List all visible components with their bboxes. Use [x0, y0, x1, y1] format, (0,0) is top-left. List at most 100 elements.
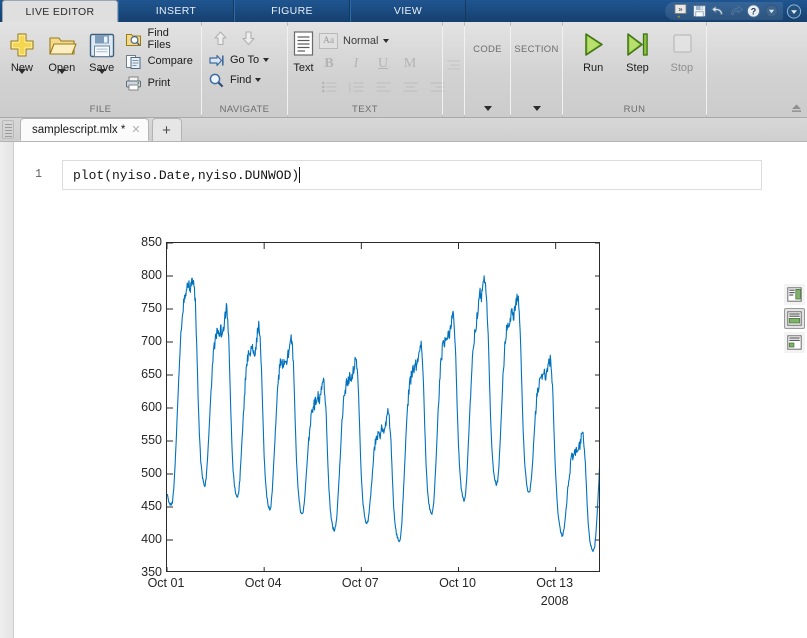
- paragraph-style-dropdown[interactable]: Aa Normal: [317, 30, 449, 51]
- open-folder-icon: [47, 29, 77, 61]
- go-to-label: Go To: [230, 54, 259, 66]
- ribbon-group-code[interactable]: CODE: [465, 22, 511, 117]
- undo-icon[interactable]: [709, 3, 726, 19]
- window-menu-icon[interactable]: [785, 3, 802, 19]
- x-tick-label: Oct 04: [245, 576, 282, 590]
- print-button[interactable]: Print: [122, 73, 199, 93]
- save-icon[interactable]: [691, 3, 708, 19]
- quick-access-more-icon[interactable]: [763, 3, 780, 19]
- align-left-button[interactable]: [371, 76, 395, 97]
- ribbon-group-text: Text Aa Normal B I U M: [288, 22, 443, 117]
- document-tab-label: samplescript.mlx *: [32, 124, 125, 136]
- code-group-expand-arrow[interactable]: [484, 106, 492, 111]
- y-tick-label: 400: [141, 532, 162, 546]
- text-block-icon: [290, 29, 317, 61]
- numbered-list-button[interactable]: 1 2 3: [344, 76, 368, 97]
- data-series-dunwod: [167, 276, 600, 552]
- code-text: plot(nyiso.Date,nyiso.DUNWOD): [73, 168, 299, 183]
- ribbon-tab-figure[interactable]: FIGURE: [234, 0, 350, 22]
- save-dropdown-arrow[interactable]: [98, 74, 106, 92]
- print-label: Print: [148, 77, 171, 89]
- go-to-button[interactable]: Go To: [204, 50, 273, 70]
- y-tick-label: 650: [141, 367, 162, 381]
- step-button[interactable]: Step: [615, 26, 659, 74]
- text-caret: [299, 167, 300, 183]
- output-hidden-view-button[interactable]: [784, 332, 805, 353]
- go-down-section-icon: [238, 28, 258, 48]
- find-magnifier-icon: [206, 70, 226, 90]
- x-tick-label: Oct 01: [148, 576, 185, 590]
- find-files-button[interactable]: Find Files: [122, 29, 199, 49]
- italic-button[interactable]: I: [344, 53, 368, 74]
- new-dropdown-arrow[interactable]: [18, 74, 26, 92]
- run-play-icon: [577, 29, 609, 61]
- print-icon: [124, 73, 144, 93]
- find-button[interactable]: Find: [204, 70, 265, 90]
- paragraph-style-value: Normal: [343, 35, 378, 47]
- plot-axes: [166, 242, 600, 572]
- find-files-icon: [124, 29, 144, 49]
- go-to-dropdown-arrow[interactable]: [263, 58, 269, 62]
- close-icon[interactable]: ✕: [131, 123, 140, 136]
- step-icon: [621, 29, 653, 61]
- open-button[interactable]: Open: [42, 26, 82, 92]
- editor-left-strip: [0, 142, 14, 638]
- align-center-button[interactable]: [398, 76, 422, 97]
- bold-button[interactable]: B: [317, 53, 341, 74]
- output-layout-panel: [782, 280, 807, 353]
- figure-output[interactable]: 350400450500550600650700750800850 Oct 01…: [118, 232, 618, 612]
- panel-drag-handle[interactable]: [2, 120, 14, 139]
- stop-icon: [666, 29, 698, 61]
- quick-access-toolbar: »: [655, 1, 805, 21]
- find-files-label: Find Files: [148, 27, 196, 51]
- y-tick-label: 550: [141, 433, 162, 447]
- bulleted-list-button[interactable]: [317, 76, 341, 97]
- output-inline-right-view-button[interactable]: [784, 284, 805, 305]
- section-group-title: SECTION: [514, 44, 558, 55]
- new-icon: [7, 29, 37, 61]
- output-inline-view-button[interactable]: [784, 308, 805, 329]
- ribbon-tab-live-editor[interactable]: LIVE EDITOR: [2, 0, 118, 22]
- run-button[interactable]: Run: [571, 26, 615, 74]
- monospace-button[interactable]: M: [398, 53, 422, 74]
- section-group-expand-arrow[interactable]: [533, 106, 541, 111]
- ribbon-tab-insert[interactable]: INSERT: [118, 0, 234, 22]
- ribbon-toolbar: New Open: [0, 22, 807, 118]
- x-axis-tick-labels: Oct 01Oct 04Oct 07Oct 10Oct 13: [166, 576, 600, 594]
- document-tab-samplescript[interactable]: samplescript.mlx * ✕: [20, 118, 149, 141]
- save-disk-icon: [87, 29, 117, 61]
- y-tick-label: 450: [141, 499, 162, 513]
- ribbon-tab-view[interactable]: VIEW: [350, 0, 466, 22]
- code-line-box[interactable]: plot(nyiso.Date,nyiso.DUNWOD): [62, 160, 762, 190]
- text-button[interactable]: Text: [290, 26, 317, 74]
- style-aa-icon: Aa: [319, 33, 338, 49]
- y-tick-label: 600: [141, 400, 162, 414]
- x-tick-label: Oct 10: [439, 576, 476, 590]
- find-dropdown-arrow[interactable]: [255, 78, 261, 82]
- stop-button-label: Stop: [671, 62, 694, 74]
- go-to-icon: [206, 50, 226, 70]
- live-script-canvas[interactable]: 1 plot(nyiso.Date,nyiso.DUNWOD) 35040045…: [14, 142, 807, 638]
- help-icon[interactable]: ?: [745, 3, 762, 19]
- underline-button[interactable]: U: [371, 53, 395, 74]
- open-dropdown-arrow[interactable]: [58, 74, 66, 92]
- y-tick-label: 750: [141, 301, 162, 315]
- new-button[interactable]: New: [2, 26, 42, 92]
- new-document-tab-button[interactable]: +: [152, 118, 182, 141]
- stop-button: Stop: [660, 26, 704, 74]
- ribbon-collapse-button[interactable]: [789, 101, 803, 115]
- save-button[interactable]: Save: [82, 26, 122, 92]
- indent-overflow-title: [445, 104, 462, 117]
- paragraph-style-arrow[interactable]: [383, 39, 389, 43]
- compare-button[interactable]: Compare: [122, 51, 199, 71]
- shortcuts-icon[interactable]: »: [673, 3, 690, 19]
- y-axis-tick-labels: 350400450500550600650700750800850: [118, 242, 162, 572]
- run-button-label: Run: [583, 62, 603, 74]
- plot-canvas: [167, 243, 600, 572]
- ribbon-group-section[interactable]: SECTION: [511, 22, 563, 117]
- redo-icon: [727, 3, 744, 19]
- svg-text:»: »: [678, 5, 682, 14]
- step-button-label: Step: [626, 62, 649, 74]
- run-group-title: RUN: [565, 104, 704, 117]
- file-group-title: FILE: [2, 104, 199, 117]
